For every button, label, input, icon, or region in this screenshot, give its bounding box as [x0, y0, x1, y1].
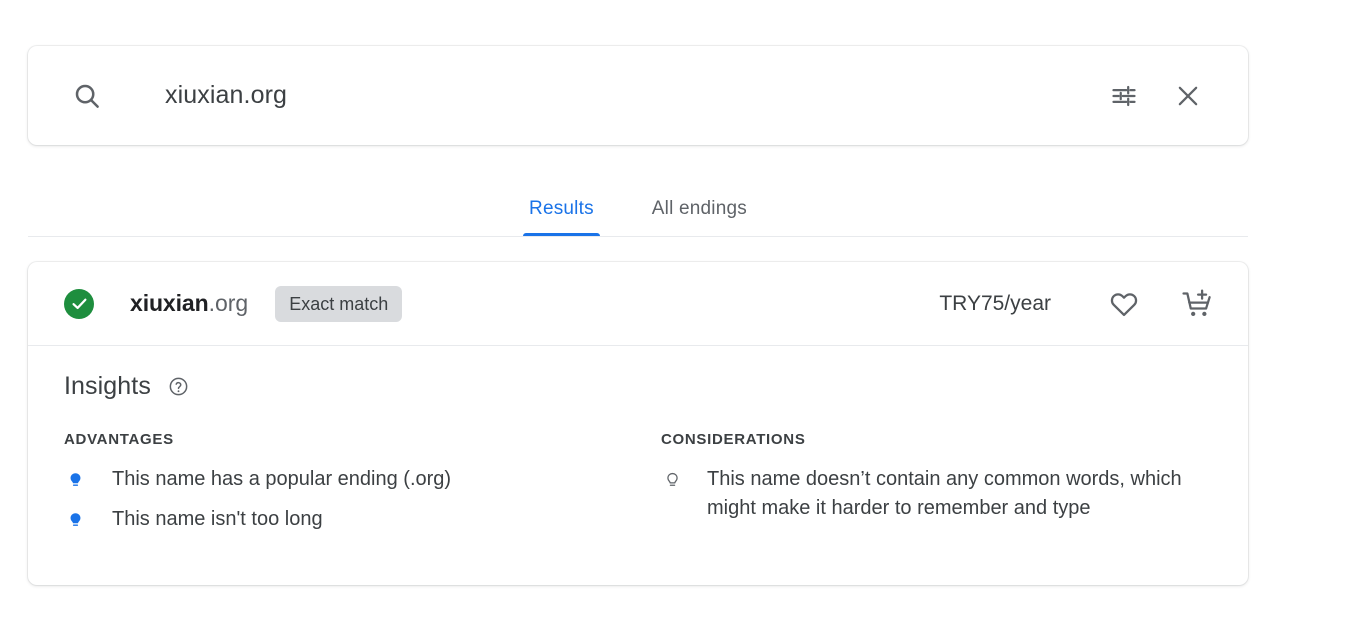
tab-active-underline	[523, 233, 600, 236]
lightbulb-outline-icon	[661, 469, 683, 491]
help-circle-icon[interactable]	[168, 376, 189, 397]
tab-results-label: Results	[529, 198, 594, 219]
domain-price: TRY75/year	[939, 291, 1051, 315]
tabs-area: Results All endings	[28, 180, 1248, 237]
advantage-item: This name has a popular ending (.org)	[64, 465, 661, 494]
search-bar	[28, 46, 1248, 145]
search-input-wrap	[118, 81, 1107, 110]
exact-match-badge[interactable]: Exact match	[275, 285, 403, 322]
consideration-item: This name doesn’t contain any common wor…	[661, 465, 1212, 523]
domain-name: xiuxian.org	[130, 290, 248, 317]
insights-section: Insights ADVANTAGES This name has a popu…	[28, 346, 1248, 585]
check-circle-icon	[64, 288, 94, 319]
advantages-column: ADVANTAGES This name has a popular endin…	[64, 431, 661, 545]
tab-list: Results All endings	[28, 180, 1248, 236]
search-input[interactable]	[165, 81, 1107, 110]
lightbulb-filled-icon	[64, 509, 86, 531]
close-icon[interactable]	[1171, 79, 1205, 113]
search-icon	[72, 81, 118, 111]
tab-all-endings[interactable]: All endings	[646, 197, 753, 236]
advantage-text: This name isn't too long	[112, 508, 323, 530]
domain-sld: xiuxian	[130, 290, 209, 316]
insights-title: Insights	[64, 372, 151, 400]
advantages-heading: ADVANTAGES	[64, 431, 174, 448]
tab-all-endings-label: All endings	[651, 198, 747, 219]
considerations-column: CONSIDERATIONS This name doesn’t contain…	[661, 431, 1212, 545]
tab-results[interactable]: Results	[523, 197, 600, 236]
tune-filter-icon[interactable]	[1107, 79, 1141, 113]
heart-outline-icon[interactable]	[1107, 287, 1141, 321]
search-actions	[1107, 79, 1205, 113]
tabs-divider	[28, 236, 1248, 237]
advantage-item: This name isn't too long	[64, 505, 661, 534]
domain-search-page: Results All endings xiuxian.org Exact ma…	[0, 0, 1363, 628]
domain-tld: .org	[208, 290, 249, 316]
domain-result-row[interactable]: xiuxian.org Exact match TRY75/year	[28, 262, 1248, 346]
insights-header: Insights	[64, 372, 1212, 401]
result-card: xiuxian.org Exact match TRY75/year Insig…	[28, 262, 1248, 585]
result-actions	[1107, 287, 1214, 321]
add-to-cart-icon[interactable]	[1180, 287, 1214, 321]
lightbulb-filled-icon	[64, 469, 86, 491]
consideration-text: This name doesn’t contain any common wor…	[707, 468, 1182, 519]
advantage-text: This name has a popular ending (.org)	[112, 468, 452, 490]
insights-columns: ADVANTAGES This name has a popular endin…	[64, 431, 1212, 545]
considerations-heading: CONSIDERATIONS	[661, 431, 806, 448]
